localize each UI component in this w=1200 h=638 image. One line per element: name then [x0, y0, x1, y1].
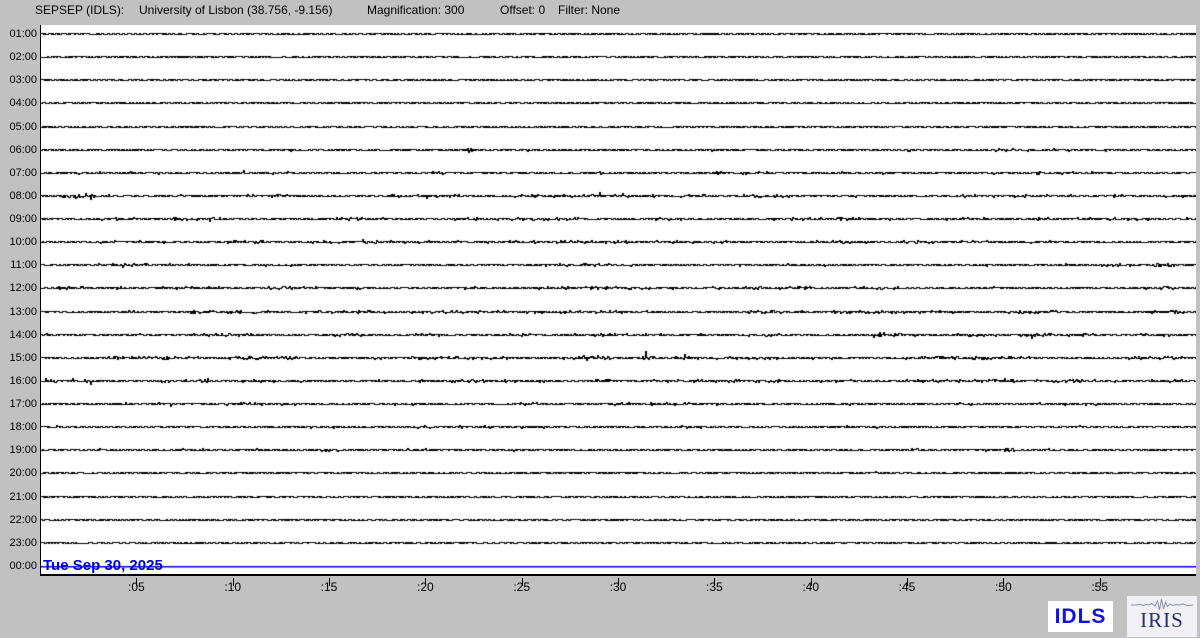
hour-label: 05:00 — [9, 120, 37, 133]
hour-label: 23:00 — [9, 536, 37, 549]
hour-label: 07:00 — [9, 166, 37, 179]
hour-label: 08:00 — [9, 189, 37, 202]
x-axis-label: :55 — [1091, 580, 1108, 594]
station-location-label: University of Lisbon (38.756, -9.156) — [139, 3, 333, 17]
hour-label: 10:00 — [9, 236, 37, 249]
hour-label: 12:00 — [9, 282, 37, 295]
x-axis-label: :15 — [320, 580, 338, 594]
x-axis-label: :05 — [127, 580, 145, 594]
x-axis-label: :20 — [416, 580, 434, 594]
idls-logo: IDLS — [1048, 601, 1113, 632]
iris-logo: IRIS — [1127, 596, 1197, 637]
hour-label: 13:00 — [9, 305, 37, 318]
hour-label: 01:00 — [9, 28, 37, 40]
x-axis-label: :35 — [705, 580, 723, 594]
x-axis-label: :30 — [609, 580, 627, 594]
hour-label: 18:00 — [9, 421, 37, 434]
hour-label: 19:00 — [9, 444, 37, 457]
hour-label: 04:00 — [9, 97, 37, 110]
hour-label: 22:00 — [9, 513, 37, 526]
idls-helicorder-window: { "header": { "station": "SEPSEP (IDLS):… — [0, 0, 1200, 638]
x-axis-label: :45 — [898, 580, 916, 594]
hour-label: 20:00 — [9, 467, 37, 480]
iris-logo-text: IRIS — [1140, 608, 1184, 632]
x-axis-label: :10 — [224, 580, 241, 594]
offset-label: Offset: 0 — [500, 3, 546, 17]
hour-label: 15:00 — [9, 351, 37, 364]
x-axis-label: :50 — [994, 580, 1012, 594]
hour-label: 21:00 — [9, 490, 37, 503]
x-axis-label: :25 — [513, 580, 530, 594]
station-name-label: SEPSEP (IDLS): — [35, 3, 125, 17]
idls-logo-text: IDLS — [1054, 604, 1107, 628]
magnification-label: Magnification: 300 — [367, 3, 465, 17]
seismogram-trace-canvas[interactable] — [41, 25, 1196, 574]
hour-label: 06:00 — [9, 143, 37, 156]
hour-label: 03:00 — [9, 74, 37, 87]
filter-label: Filter: None — [558, 3, 621, 17]
hour-label: 11:00 — [10, 259, 37, 272]
helicorder-plot-area[interactable] — [40, 25, 1196, 576]
hour-label: 14:00 — [9, 328, 37, 341]
hour-label: 02:00 — [9, 51, 37, 64]
hour-label: 17:00 — [9, 398, 37, 411]
hour-label: 16:00 — [9, 374, 37, 387]
x-axis-label: :40 — [802, 580, 819, 594]
hour-label: 00:00 — [9, 559, 37, 572]
hour-label: 09:00 — [9, 213, 37, 226]
date-label: Tue Sep 30, 2025 — [43, 557, 163, 574]
status-header: SEPSEP (IDLS): University of Lisbon (38.… — [0, 3, 1200, 21]
